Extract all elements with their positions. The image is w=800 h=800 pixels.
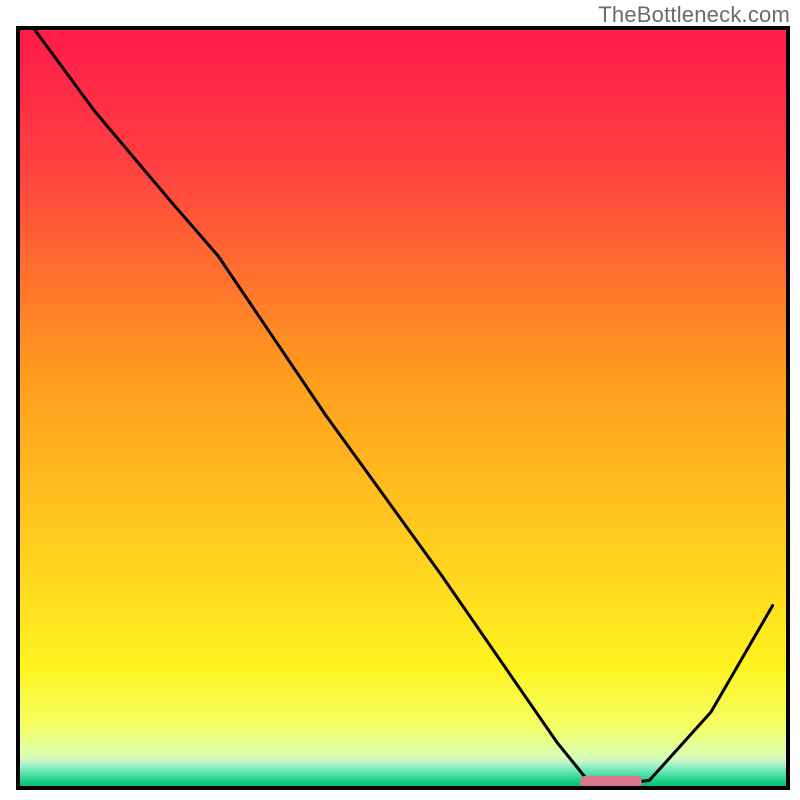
- chart-container: TheBottleneck.com: [0, 0, 800, 800]
- watermark-label: TheBottleneck.com: [598, 2, 790, 28]
- chart-gradient-fill: [18, 28, 788, 788]
- bottleneck-chart: [0, 0, 800, 800]
